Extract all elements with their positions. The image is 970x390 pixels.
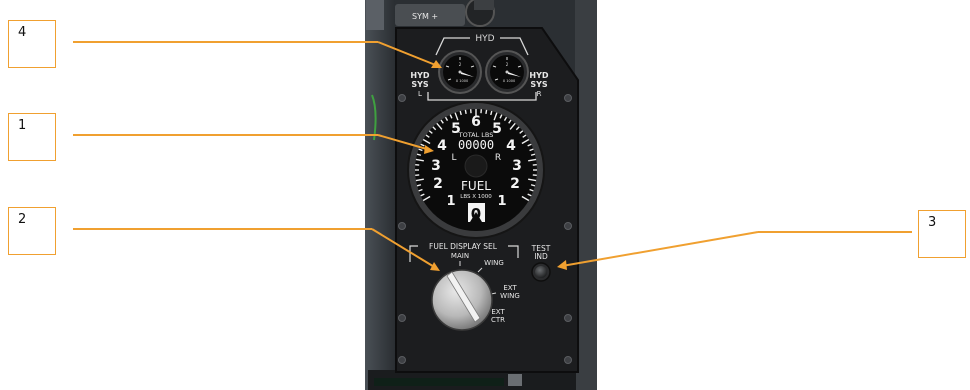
fuel-gauge-hub [464, 154, 488, 178]
fuel-scale-3-left: 3 [431, 158, 441, 174]
hyd-title: HYD [475, 34, 494, 44]
fuel-scale-tick [459, 110, 462, 116]
hyd-left-label-3: L [418, 90, 422, 98]
fuel-scale-4-right: 4 [506, 138, 516, 154]
lower-screen [374, 378, 504, 386]
selector-pos-wing: WING [484, 259, 504, 267]
cable [474, 0, 494, 10]
test-label-2: IND [534, 252, 548, 261]
selector-pos-ext-wing-1: EXT [503, 284, 517, 292]
selector-pos-ext-ctr-2: CTR [491, 316, 505, 324]
fuel-scale-2-right: 2 [510, 176, 520, 192]
fuel-left-label: L [451, 153, 456, 163]
selector-pos-main: MAIN [451, 252, 469, 260]
fuel-scale-2-left: 2 [433, 176, 443, 192]
cockpit-panel-illustration: SYM + HYD HYD SYS L HYD SYS R 2 X 1000 2… [73, 0, 912, 390]
fuel-scale-1-right: 1 [497, 194, 506, 209]
fuel-total-readout: 00000 [458, 138, 494, 152]
hyd-left-mark: 2 [459, 62, 462, 67]
sym-label: SYM + [412, 12, 438, 21]
left-console-side [365, 0, 395, 390]
fuel-title: FUEL [461, 179, 491, 193]
hyd-right-label-2: SYS [530, 80, 548, 89]
selector-pos-ext-wing-2: WING [500, 292, 520, 300]
lower-button [508, 374, 522, 386]
hyd-gauge-right: 2 X 1000 [485, 50, 529, 94]
fuel-scale-tick [490, 110, 493, 116]
top-left-bracket [366, 0, 384, 30]
fuel-right-label: R [495, 153, 501, 163]
fuel-scale-6: 6 [471, 114, 481, 130]
fuel-scale-4-left: 4 [437, 138, 447, 154]
fuel-subtitle: LBS X 1000 [460, 194, 492, 200]
fuel-scale-3-right: 3 [512, 158, 522, 174]
hyd-left-label-1: HYD [410, 71, 429, 80]
fuel-scale-tick [464, 109, 467, 114]
fuel-scale-5-right: 5 [492, 121, 502, 137]
hyd-left-label-2: SYS [411, 80, 429, 89]
selector-pos-ext-ctr-1: EXT [491, 308, 505, 316]
hyd-right-mark: 2 [506, 62, 509, 67]
hyd-left-scale: X 1000 [456, 79, 468, 83]
fuel-scale-tick [485, 109, 488, 114]
hyd-right-label-3: R [537, 90, 542, 98]
hyd-right-label-1: HYD [529, 71, 548, 80]
hyd-right-scale: X 1000 [503, 79, 515, 83]
test-ind-button[interactable] [531, 262, 551, 282]
fuel-quantity-gauge: 6 5 5 4 4 3 3 2 2 1 1 TOTAL LBS 00000 L … [407, 101, 545, 239]
fuel-scale-1-left: 1 [446, 194, 455, 209]
hyd-gauge-left: 2 X 1000 [438, 50, 482, 94]
fuel-display-selector-knob[interactable] [431, 269, 493, 331]
selector-title: FUEL DISPLAY SEL [429, 242, 498, 251]
